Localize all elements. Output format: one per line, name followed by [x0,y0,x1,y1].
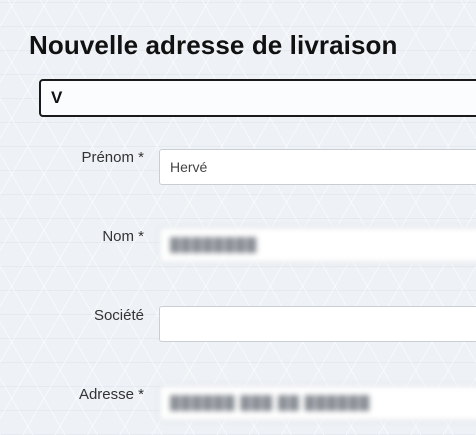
page-title: Nouvelle adresse de livraison [29,30,398,60]
company-input[interactable] [159,306,476,342]
last-name-input[interactable] [159,227,476,263]
address-select[interactable]: V [39,79,476,117]
first-name-input[interactable] [159,149,476,185]
company-label: Société [93,307,144,324]
address-label: Adresse * [78,386,144,403]
last-name-label: Nom * [102,228,144,245]
address-select-value: V [51,88,63,107]
first-name-label: Prénom * [81,149,144,166]
address-input[interactable] [159,385,476,421]
